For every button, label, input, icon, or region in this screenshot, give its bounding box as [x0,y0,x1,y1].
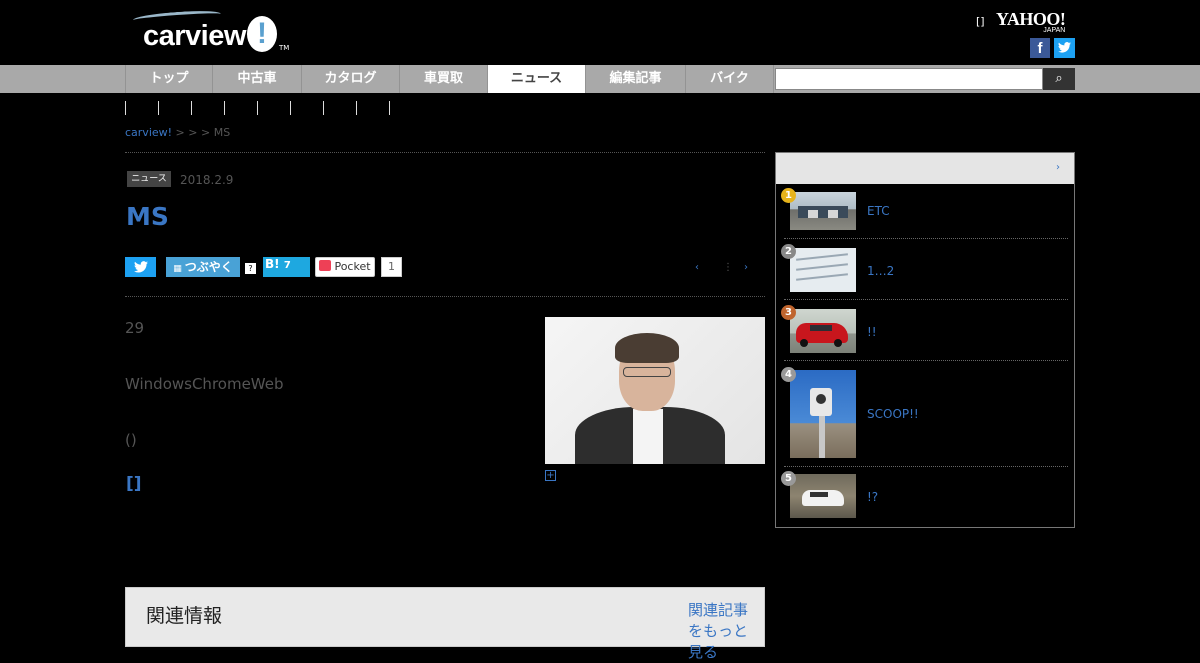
breadcrumb: carview! > > > MS [125,126,230,139]
mixi-help-icon[interactable]: ? [245,263,256,274]
article-photo[interactable] [545,317,765,464]
ranking-more-chevron-icon[interactable]: › [1056,162,1060,173]
breadcrumb-home-link[interactable]: carview! [125,126,172,139]
pager-separator: ⋮ [723,262,733,273]
twitter-icon[interactable] [1054,38,1075,58]
search-input[interactable] [775,68,1043,90]
nav-item-top[interactable]: トップ [125,65,212,93]
pocket-label: Pocket [334,260,371,273]
photo-hair [615,333,679,363]
photo-shirt [633,409,663,464]
nav-item-car-buying[interactable]: 車買取 [399,65,487,93]
article-title: MS [126,202,169,231]
ranking-item-title: ETC [867,204,890,218]
subnav-divider [125,101,126,115]
next-article-chevron-icon[interactable]: › [744,262,748,273]
rank-badge: 3 [781,305,796,320]
ranking-divider [784,299,1068,300]
ranking-item-4[interactable]: 4 SCOOP!! [776,365,1074,461]
subnav-divider [224,101,225,115]
twitter-bird-icon [133,261,148,273]
related-title: 関連情報 [146,605,223,627]
read-more-link[interactable]: [] [126,474,142,494]
subnav-divider [356,101,357,115]
nav-item-catalog[interactable]: カタログ [301,65,399,93]
hatena-icon: B! [265,257,280,271]
divider [125,152,765,153]
mixi-check-button[interactable]: ▦ つぶやく [166,257,240,277]
nav-item-news[interactable]: ニュース [487,65,585,93]
article-paragraph: 29 [125,319,145,337]
toll-gate-thumbnail [790,192,856,230]
yahoo-bracket: [] [976,15,985,28]
ranking-item-2[interactable]: 2 1…2 [776,242,1074,299]
yahoo-japan-logo[interactable]: YAHOO! JAPAN [996,9,1066,35]
white-car-thumbnail [790,474,856,518]
pocket-icon [319,260,332,271]
nav-item-editorial[interactable]: 編集記事 [585,65,685,93]
ranking-item-1[interactable]: 1 ETC [776,186,1074,238]
rank-badge: 5 [781,471,796,486]
rank-badge: 2 [781,244,796,259]
site-header: carview ! TM [] YAHOO! JAPAN f [0,0,1200,65]
logo-bang-icon: ! [247,16,277,52]
subnav-divider [158,101,159,115]
prev-article-chevron-icon[interactable]: ‹ [695,262,699,273]
red-car-thumbnail [790,309,856,353]
article-paragraph: WindowsChromeWeb [125,375,284,393]
related-more-link[interactable]: 関連記事をもっと見る [688,600,758,663]
zoom-plus-icon[interactable]: + [545,470,556,481]
ranking-panel: › 1 ETC 2 1…2 3 !! 4 SCOOP!! 5 !? [775,152,1075,528]
subnav-divider [389,101,390,115]
rank-badge: 1 [781,188,796,203]
related-box: 関連情報 関連記事をもっと見る [125,587,765,661]
ranking-item-title: !! [867,325,877,339]
ranking-item-5[interactable]: 5 !? [776,470,1074,522]
carview-logo[interactable]: carview ! TM [132,8,293,56]
ranking-item-title: SCOOP!! [867,407,919,421]
article-paragraph: () [125,431,137,449]
tweet-button[interactable] [125,257,156,277]
category-badge: ニュース記事 [127,171,171,187]
subnav-divider [191,101,192,115]
speed-camera-thumbnail [790,370,856,458]
subnav-divider [290,101,291,115]
facebook-icon[interactable]: f [1030,38,1050,58]
mixi-label: つぶやく [184,260,233,274]
nav-item-bike[interactable]: バイク [685,65,774,93]
divider [125,296,765,297]
search-icon: ⌕ [1055,71,1063,86]
subnav-divider [323,101,324,115]
ranking-divider [784,466,1068,467]
nav-item-used-cars[interactable]: 中古車 [212,65,301,93]
ranking-item-title: !? [867,490,879,504]
ranking-item-3[interactable]: 3 !! [776,303,1074,360]
pocket-button[interactable]: Pocket [315,257,375,277]
hatena-bookmark-button[interactable]: B! 7 [263,257,310,277]
photo-glasses [623,367,671,377]
ranking-divider [784,360,1068,361]
hatena-count: 7 [283,260,291,271]
mixi-icon: ▦ [173,264,182,274]
search-button[interactable]: ⌕ [1043,68,1075,90]
ranking-item-title: 1…2 [867,264,895,278]
yahoo-text: YAHOO! [996,9,1066,29]
logo-tm: TM [279,44,290,52]
logo-text: carview [143,20,246,52]
subnav-divider [257,101,258,115]
ranking-divider [784,238,1068,239]
article-date: 2018.2.9 [180,173,234,187]
pocket-count: 1 [381,257,402,277]
paper-form-thumbnail [790,248,856,292]
rank-badge: 4 [781,367,796,382]
breadcrumb-trail: > > > MS [172,126,231,139]
ranking-header: › [776,153,1074,184]
